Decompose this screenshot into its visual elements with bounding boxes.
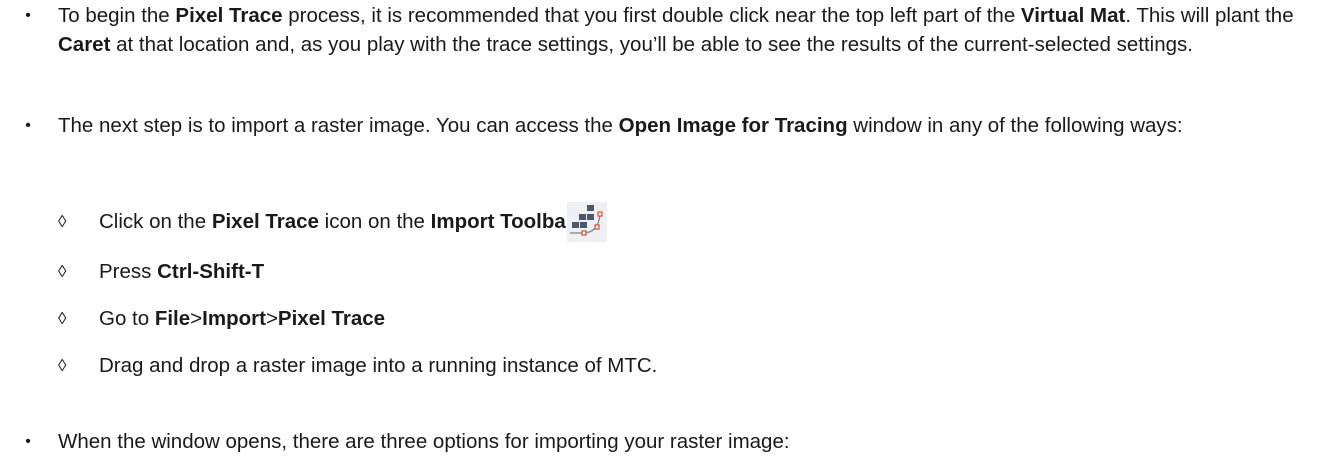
sub-item-text: Press Ctrl-Shift-T	[99, 257, 264, 286]
bold-text-segment: Virtual Mat	[1020, 4, 1126, 27]
diamond-bullet-icon: ◊	[58, 262, 67, 281]
bold-text-segment: Caret	[58, 33, 111, 56]
text-segment: >	[265, 307, 278, 330]
diamond-bullet-icon: ◊	[58, 356, 67, 375]
bold-text-segment: Import	[202, 307, 266, 330]
pixel-trace-icon-graphic	[567, 202, 607, 242]
bold-text-segment: Ctrl-Shift-T	[157, 260, 265, 283]
bullet-point: •	[25, 433, 31, 450]
text-segment: . This will plant the	[1125, 4, 1294, 27]
sub-item-text: Drag and drop a raster image into a runn…	[99, 351, 657, 380]
text-segment: The next step is to import a raster imag…	[58, 114, 619, 137]
bold-text-segment: Pixel Trace	[175, 4, 283, 27]
icon-square	[580, 222, 587, 228]
bullet-item-import-raster: • The next step is to import a raster im…	[0, 111, 1317, 171]
text-segment: Go to	[99, 307, 155, 330]
sub-item-press-shortcut: ◊ Press Ctrl-Shift-T	[0, 257, 1317, 287]
icon-square	[579, 214, 586, 220]
icon-square	[572, 222, 579, 228]
sub-item-click-pixel-trace-icon: ◊ Click on the Pixel Trace icon on the I…	[0, 191, 1317, 251]
icon-square	[587, 214, 594, 220]
sub-item-text: Go to File>Import>Pixel Trace	[99, 304, 385, 333]
text-segment: Press	[99, 260, 158, 283]
text-segment: >	[190, 307, 203, 330]
bullet-text: The next step is to import a raster imag…	[58, 111, 1311, 140]
text-segment: at that location and, as you play with t…	[110, 33, 1193, 56]
bullet-item-pixel-trace-intro: • To begin the Pixel Trace process, it i…	[0, 1, 1317, 91]
icon-handle	[594, 224, 600, 230]
icon-handle	[597, 211, 603, 217]
bold-text-segment: Open Image for Tracing	[618, 114, 848, 137]
sub-item-file-menu-path: ◊ Go to File>Import>Pixel Trace	[0, 304, 1317, 334]
sub-item-drag-and-drop: ◊ Drag and drop a raster image into a ru…	[0, 351, 1317, 381]
text-segment: process, it is recommended that you firs…	[282, 4, 1021, 27]
bold-text-segment: Pixel Trace	[211, 210, 319, 233]
bullet-item-import-options: • When the window opens, there are three…	[0, 427, 1317, 457]
text-segment: When the window opens, there are three o…	[58, 430, 790, 453]
bullet-point: •	[25, 117, 31, 134]
icon-square	[587, 205, 594, 211]
text-segment: window in any of the following ways:	[847, 114, 1183, 137]
diamond-bullet-icon: ◊	[58, 212, 67, 231]
bold-text-segment: File	[154, 307, 191, 330]
diamond-bullet-icon: ◊	[58, 309, 67, 328]
text-segment: Click on the	[99, 210, 212, 233]
bullet-text: To begin the Pixel Trace process, it is …	[58, 1, 1311, 59]
icon-handle	[581, 230, 587, 236]
pixel-trace-icon	[567, 202, 607, 242]
bullet-text: When the window opens, there are three o…	[58, 427, 1311, 456]
text-segment: icon on the	[318, 210, 431, 233]
bold-text-segment: Import Toolbar	[430, 210, 574, 233]
bullet-point: •	[25, 7, 31, 24]
text-segment: Drag and drop a raster image into a runn…	[99, 354, 658, 377]
bold-text-segment: Pixel Trace	[277, 307, 386, 330]
text-segment: To begin the	[58, 4, 176, 27]
sub-item-text: Click on the Pixel Trace icon on the Imp…	[99, 207, 574, 236]
